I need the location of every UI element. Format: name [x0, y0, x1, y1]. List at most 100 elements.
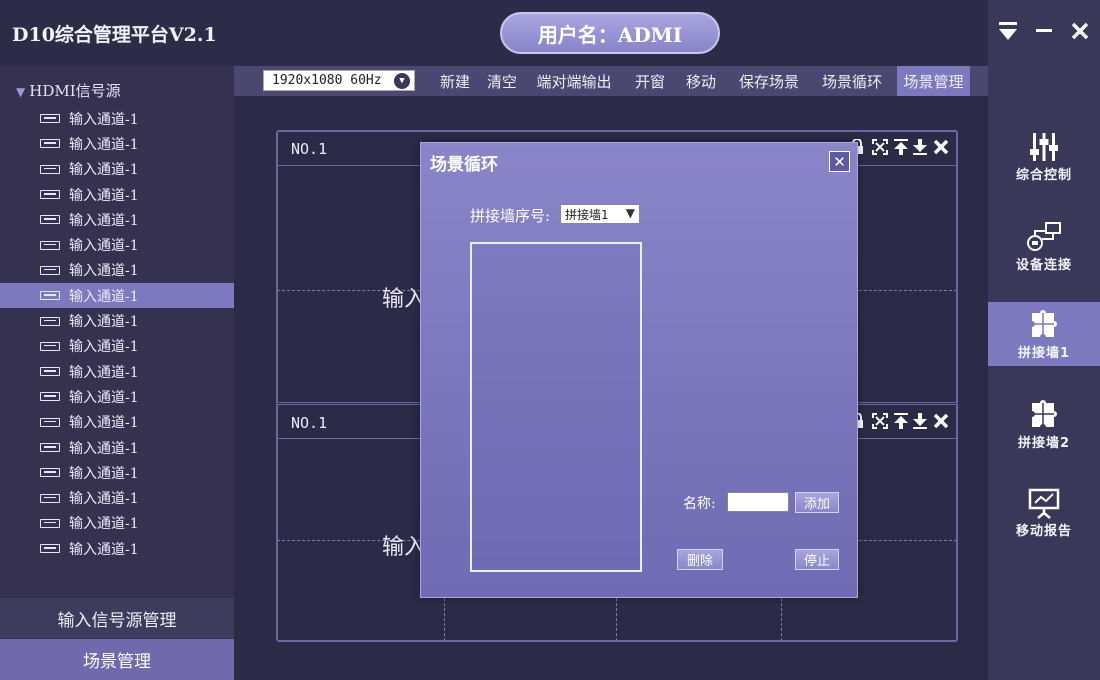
nav-label: 设备连接 — [1015, 257, 1072, 273]
input-channel-label: 输入通道-1 — [69, 288, 139, 305]
hdmi-port-icon — [40, 493, 60, 503]
scene-management-button[interactable]: 场景管理 — [0, 639, 234, 680]
user-name-badge: 用户名：ADMI — [500, 12, 720, 54]
nav-device-connection[interactable]: 设备连接 — [988, 214, 1100, 278]
input-channel-label: 输入通道-1 — [69, 339, 139, 356]
hdmi-port-icon — [40, 291, 60, 301]
hdmi-port-icon — [40, 443, 60, 452]
menu-down-icon[interactable] — [992, 14, 1024, 48]
input-channel-label: 输入通道-1 — [69, 465, 139, 482]
hdmi-port-icon — [40, 215, 60, 225]
minimize-icon[interactable] — [1028, 14, 1060, 48]
app-title: D10综合管理平台V2.1 — [12, 24, 217, 46]
toolbar-scene-management-button[interactable]: 场景管理 — [897, 66, 970, 96]
toolbar-scene-loop-button[interactable]: 场景循环 — [815, 66, 889, 96]
input-channel-item[interactable]: 输入通道-1 — [0, 334, 234, 359]
close-icon[interactable]: ✕ — [829, 151, 850, 172]
input-channel-item[interactable]: 输入通道-1 — [0, 232, 234, 257]
input-channel-label: 输入通道-1 — [69, 516, 139, 533]
toolbar-clear-button[interactable]: 清空 — [481, 66, 523, 96]
presentation-board-icon — [1027, 486, 1061, 520]
name-label: 名称: — [683, 496, 716, 512]
stop-button[interactable]: 停止 — [795, 549, 839, 570]
nav-general-control[interactable]: 综合控制 — [988, 124, 1100, 188]
input-source-management-button[interactable]: 输入信号源管理 — [0, 598, 234, 638]
wall-number-label: 拼接墙序号: — [470, 207, 551, 225]
input-channel-item[interactable]: 输入通道-1 — [0, 410, 234, 435]
input-channel-item[interactable]: 输入通道-1 — [0, 460, 234, 485]
fullscreen-icon[interactable] — [872, 413, 888, 433]
name-input[interactable] — [727, 492, 789, 512]
hdmi-port-icon — [40, 265, 60, 275]
bring-to-top-icon[interactable] — [894, 139, 908, 159]
nav-splice-wall-1[interactable]: 拼接墙1 — [988, 302, 1100, 366]
input-channel-item[interactable]: 输入通道-1 — [0, 283, 234, 309]
wall-number-value: 拼接墙1 — [565, 207, 609, 222]
sliders-icon — [1028, 130, 1060, 164]
input-channel-list: 输入通道-1 输入通道-1 输入通道-1 输入通道-1 输入通道-1 输入通道-1 输入通道… — [0, 106, 234, 561]
close-icon[interactable] — [1064, 14, 1096, 48]
send-to-bottom-icon[interactable] — [913, 139, 927, 159]
input-channel-label: 输入通道-1 — [69, 491, 139, 508]
input-channel-label: 输入通道-1 — [69, 136, 139, 153]
puzzle-icon — [1028, 398, 1060, 432]
input-channel-item[interactable]: 输入通道-1 — [0, 182, 234, 207]
input-channel-label: 输入通道-1 — [69, 162, 139, 179]
signal-source-sidebar: ▼ HDMI信号源 输入通道-1 输入通道-1 输入通道-1 输入通道-1 输入通道-1 输… — [0, 66, 234, 680]
input-channel-item[interactable]: 输入通道-1 — [0, 157, 234, 182]
tree-root-label: HDMI信号源 — [29, 82, 121, 100]
send-to-bottom-icon[interactable] — [913, 413, 927, 433]
input-channel-label: 输入通道-1 — [69, 212, 139, 229]
toolbar-open-window-button[interactable]: 开窗 — [629, 66, 671, 96]
puzzle-icon — [1028, 308, 1060, 342]
toolbar-new-button[interactable]: 新建 — [434, 66, 476, 96]
scene-list[interactable] — [470, 242, 642, 572]
chevron-down-icon: ▼ — [625, 206, 635, 220]
hdmi-port-icon — [40, 240, 60, 250]
close-window-icon[interactable] — [933, 139, 949, 159]
toolbar-move-button[interactable]: 移动 — [680, 66, 722, 96]
input-channel-item[interactable]: 输入通道-1 — [0, 207, 234, 232]
add-button[interactable]: 添加 — [795, 492, 839, 513]
dialog-title: 场景循环 — [430, 155, 498, 175]
hdmi-port-icon — [40, 190, 60, 200]
input-channel-item[interactable]: 输入通道-1 — [0, 435, 234, 460]
hdmi-port-icon — [40, 341, 60, 351]
nav-label: 拼接墙2 — [1017, 435, 1071, 451]
right-nav: 综合控制 设备连接 拼接墙1 拼接墙2 移动报告 — [988, 66, 1100, 680]
input-channel-label: 输入通道-1 — [69, 389, 139, 406]
input-channel-item[interactable]: 输入通道-1 — [0, 359, 234, 384]
toolbar-end-to-end-button[interactable]: 端对端输出 — [530, 66, 618, 96]
input-channel-item[interactable]: 输入通道-1 — [0, 384, 234, 409]
window-number: NO.1 — [291, 140, 328, 158]
nav-label: 综合控制 — [1015, 167, 1072, 183]
delete-button[interactable]: 删除 — [677, 549, 723, 570]
hdmi-port-icon — [40, 316, 60, 326]
wall-number-select[interactable]: 拼接墙1 ▼ — [560, 204, 640, 224]
input-channel-item[interactable]: 输入通道-1 — [0, 536, 234, 561]
hdmi-port-icon — [40, 468, 60, 478]
input-channel-item[interactable]: 输入通道-1 — [0, 511, 234, 536]
tree-root-hdmi[interactable]: ▼ HDMI信号源 — [16, 80, 121, 101]
toolbar-save-scene-button[interactable]: 保存场景 — [733, 66, 805, 96]
input-channel-label: 输入通道-1 — [69, 187, 139, 204]
fullscreen-icon[interactable] — [872, 139, 888, 159]
hdmi-port-icon — [40, 139, 60, 149]
nav-label: 移动报告 — [1015, 523, 1072, 539]
close-window-icon[interactable] — [933, 413, 949, 433]
input-channel-label: 输入通道-1 — [69, 111, 139, 128]
input-channel-label: 输入通道-1 — [69, 238, 139, 255]
hdmi-port-icon — [40, 518, 60, 528]
input-channel-label: 输入通道-1 — [69, 440, 139, 457]
input-channel-label: 输入通道-1 — [69, 364, 139, 381]
input-channel-item[interactable]: 输入通道-1 — [0, 258, 234, 283]
window-controls — [988, 0, 1100, 66]
input-channel-item[interactable]: 输入通道-1 — [0, 308, 234, 333]
bring-to-top-icon[interactable] — [894, 413, 908, 433]
resolution-select[interactable]: 1920x1080 60Hz ▼ — [263, 70, 415, 91]
nav-mobile-report[interactable]: 移动报告 — [988, 480, 1100, 544]
input-channel-item[interactable]: 输入通道-1 — [0, 106, 234, 131]
nav-splice-wall-2[interactable]: 拼接墙2 — [988, 392, 1100, 456]
input-channel-item[interactable]: 输入通道-1 — [0, 485, 234, 510]
input-channel-item[interactable]: 输入通道-1 — [0, 131, 234, 156]
